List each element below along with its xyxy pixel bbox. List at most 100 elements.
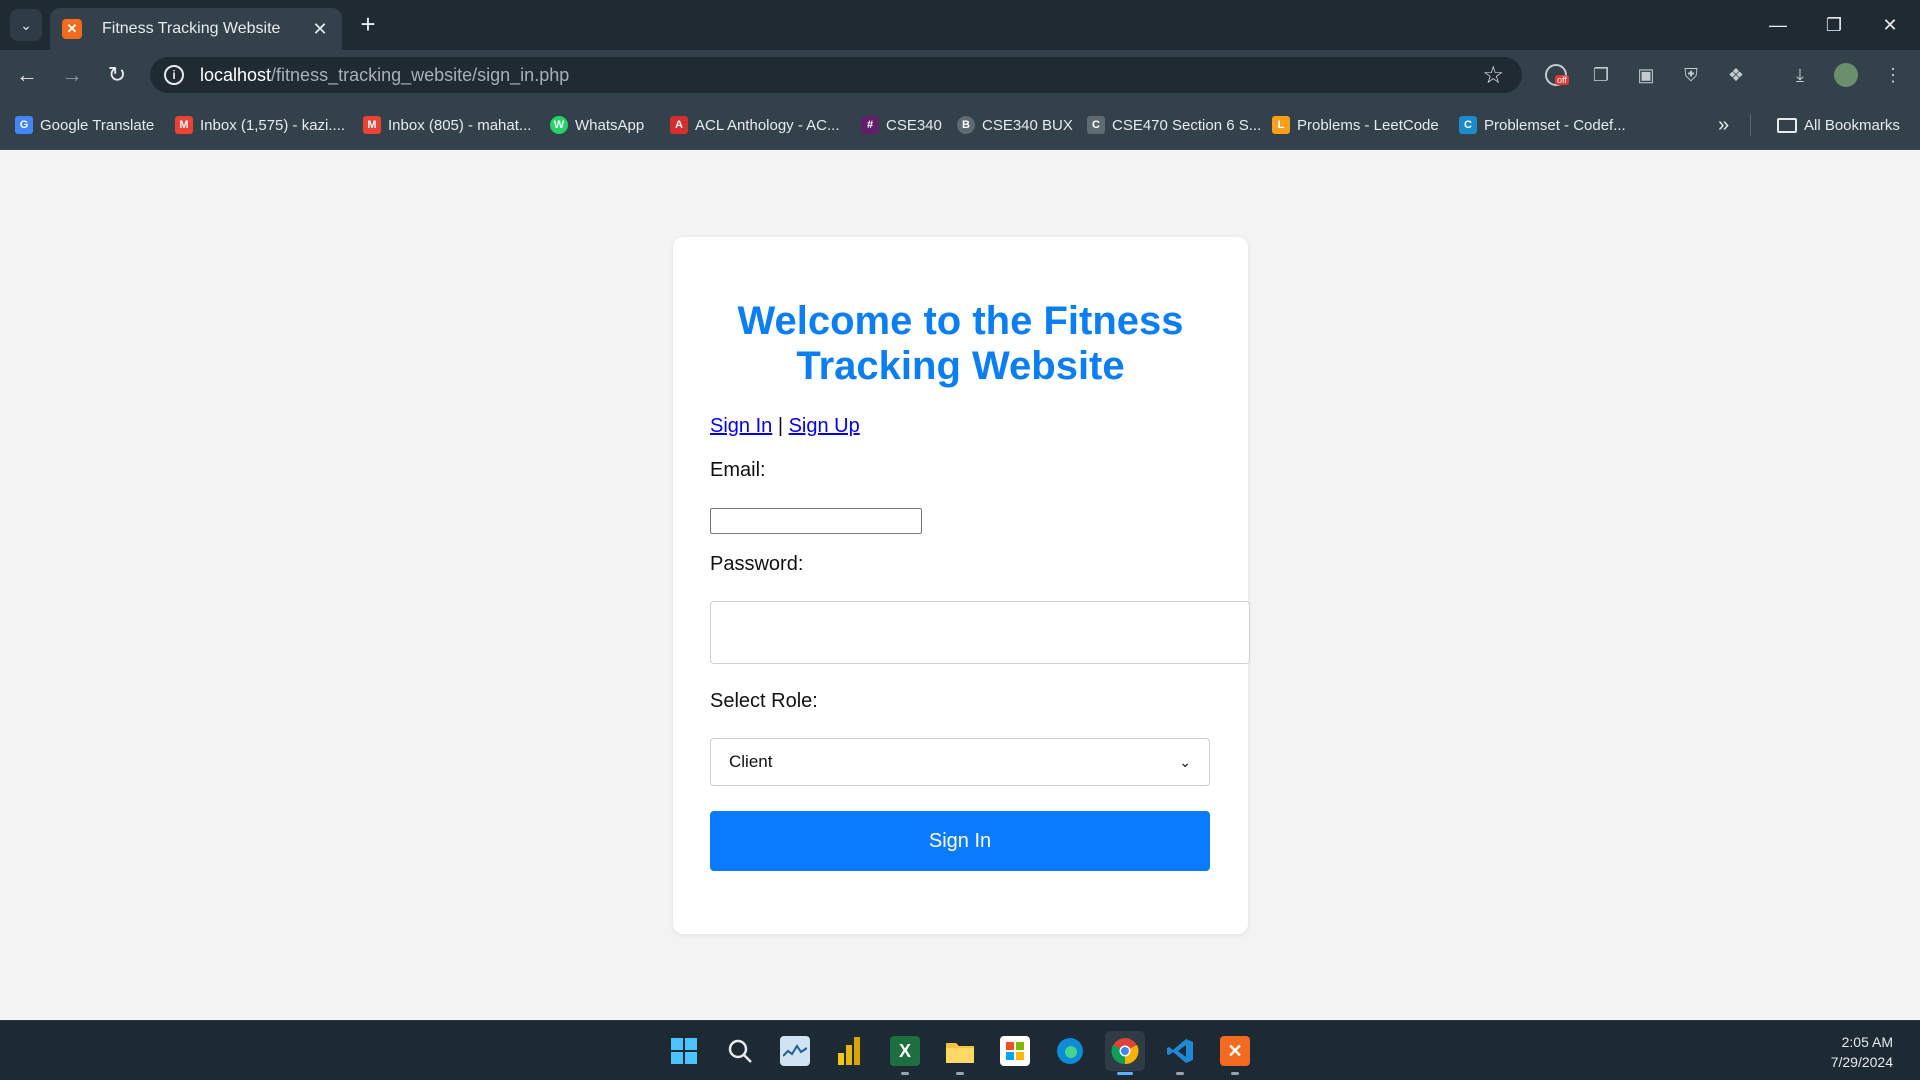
sign-in-card: Welcome to the Fitness Tracking Website … xyxy=(673,237,1250,934)
bookmark-label: WhatsApp xyxy=(575,116,645,134)
all-bookmarks-button[interactable]: All Bookmarks xyxy=(1777,114,1900,136)
all-bookmarks-label: All Bookmarks xyxy=(1804,116,1900,134)
file-explorer-icon xyxy=(945,1036,975,1066)
url-path: /fitness_tracking_website/sign_in.php xyxy=(271,64,570,85)
edge-icon xyxy=(1055,1036,1085,1066)
bookmark-label: CSE340 xyxy=(886,116,942,134)
microsoft-store-icon xyxy=(1000,1036,1030,1066)
taskbar-xampp[interactable]: ✕ xyxy=(1215,1031,1255,1075)
extension-copy-icon[interactable]: ❐ xyxy=(1588,62,1614,88)
close-window-button[interactable]: ✕ xyxy=(1862,0,1918,50)
clock-date: 7/29/2024 xyxy=(1830,1054,1893,1070)
bookmark-star-icon[interactable]: ☆ xyxy=(1482,61,1504,90)
sign-in-link[interactable]: Sign In xyxy=(710,415,772,437)
minimize-button[interactable]: — xyxy=(1750,0,1806,50)
site-info-icon[interactable]: i xyxy=(164,65,184,85)
browser-toolbar: ← → ↻ i localhost/fitness_tracking_websi… xyxy=(0,50,1920,100)
bookmark-google-translate[interactable]: G Google Translate xyxy=(15,114,154,136)
acl-icon: A xyxy=(670,116,688,134)
taskbar-task-manager[interactable] xyxy=(775,1031,815,1071)
bookmark-acl-anthology[interactable]: A ACL Anthology - AC... xyxy=(670,114,840,136)
page-title: Welcome to the Fitness Tracking Website xyxy=(737,299,1184,388)
bookmark-label: Problemset - Codef... xyxy=(1484,116,1626,134)
role-selected-value: Client xyxy=(729,752,773,771)
bookmark-label: CSE340 BUX xyxy=(982,116,1073,134)
browser-tab[interactable]: ✕ Fitness Tracking Website ✕ xyxy=(50,8,342,50)
menu-kebab-icon[interactable]: ⋮ xyxy=(1880,62,1906,88)
bookmark-label: ACL Anthology - AC... xyxy=(695,116,840,134)
bookmarks-divider xyxy=(1750,114,1751,136)
codeforces-icon: C xyxy=(1459,116,1477,134)
xampp-icon: ✕ xyxy=(62,19,82,39)
address-bar[interactable]: i localhost/fitness_tracking_website/sig… xyxy=(150,57,1522,93)
profile-avatar[interactable] xyxy=(1833,62,1859,88)
extension-camera-icon[interactable]: ▣ xyxy=(1633,62,1659,88)
downloads-icon[interactable]: ⤓ xyxy=(1787,62,1813,88)
running-indicator xyxy=(1176,1072,1184,1075)
bookmark-cse470[interactable]: C CSE470 Section 6 S... xyxy=(1087,114,1261,136)
taskbar-excel[interactable]: X xyxy=(885,1031,925,1075)
taskbar-chrome[interactable] xyxy=(1105,1031,1145,1075)
bookmarks-bar: G Google Translate M Inbox (1,575) - kaz… xyxy=(0,100,1920,150)
tab-search-button[interactable]: ⌄ xyxy=(10,9,42,41)
system-clock[interactable]: 2:05 AM 7/29/2024 xyxy=(1831,1032,1893,1072)
whatsapp-icon: W xyxy=(550,116,568,134)
search-icon xyxy=(725,1036,755,1066)
tab-title: Fitness Tracking Website xyxy=(102,20,281,37)
bookmark-whatsapp[interactable]: W WhatsApp xyxy=(550,114,644,136)
bookmark-label: Inbox (1,575) - kazi.... xyxy=(200,116,346,134)
leetcode-icon: L xyxy=(1272,116,1290,134)
taskbar-microsoft-store[interactable] xyxy=(995,1031,1035,1071)
chrome-icon xyxy=(1110,1036,1140,1066)
bookmark-leetcode[interactable]: L Problems - LeetCode xyxy=(1272,114,1439,136)
taskbar-file-explorer[interactable] xyxy=(940,1031,980,1075)
bookmark-cse340[interactable]: # CSE340 xyxy=(861,114,942,136)
password-field[interactable] xyxy=(710,601,1250,664)
close-tab-icon[interactable]: ✕ xyxy=(310,19,330,39)
reload-button[interactable]: ↻ xyxy=(101,59,133,91)
forward-button[interactable]: → xyxy=(56,59,88,91)
extension-shield-icon[interactable]: ⛨ xyxy=(1678,62,1704,88)
bookmark-cse340-bux[interactable]: B CSE340 BUX xyxy=(957,114,1073,136)
excel-icon: X xyxy=(890,1036,920,1066)
restore-button[interactable]: ❐ xyxy=(1806,0,1862,50)
taskbar-power-bi[interactable] xyxy=(830,1031,870,1071)
folder-icon xyxy=(1777,117,1797,133)
taskbar-edge[interactable] xyxy=(1050,1031,1090,1071)
contact-card-icon: C xyxy=(1087,116,1105,134)
running-indicator xyxy=(1231,1072,1239,1075)
clock-time: 2:05 AM xyxy=(1841,1034,1893,1050)
bookmarks-overflow-button[interactable]: » xyxy=(1718,114,1729,136)
taskbar-search-button[interactable] xyxy=(720,1031,760,1071)
bookmark-label: Problems - LeetCode xyxy=(1297,116,1439,134)
role-label: Select Role: xyxy=(710,690,818,712)
power-bi-icon xyxy=(835,1036,865,1066)
slack-icon: # xyxy=(861,116,879,134)
xampp-icon: ✕ xyxy=(1220,1036,1250,1066)
bookmark-inbox-mahat[interactable]: M Inbox (805) - mahat... xyxy=(363,114,531,136)
link-separator: | xyxy=(772,415,789,437)
sign-up-link[interactable]: Sign Up xyxy=(789,415,860,437)
gmail-icon: M xyxy=(175,116,193,134)
bookmark-label: Inbox (805) - mahat... xyxy=(388,116,532,134)
task-manager-icon xyxy=(780,1036,810,1066)
running-indicator xyxy=(1117,1072,1133,1075)
back-button[interactable]: ← xyxy=(11,59,43,91)
taskbar: X ✕ 2:05 AM 7/29/2024 xyxy=(0,1020,1920,1080)
running-indicator xyxy=(901,1072,909,1075)
gmail-icon: M xyxy=(363,116,381,134)
email-field[interactable] xyxy=(710,508,922,534)
taskbar-vscode[interactable] xyxy=(1160,1031,1200,1075)
tab-strip: ⌄ ✕ Fitness Tracking Website ✕ + — ❐ ✕ xyxy=(0,0,1920,50)
url-host: localhost xyxy=(200,64,272,85)
vscode-icon xyxy=(1165,1036,1195,1066)
role-select[interactable]: Client ⌄ xyxy=(710,738,1210,786)
new-tab-button[interactable]: + xyxy=(355,11,381,38)
bookmark-inbox-kazi[interactable]: M Inbox (1,575) - kazi.... xyxy=(175,114,345,136)
extensions-puzzle-icon[interactable]: ❖ xyxy=(1723,62,1749,88)
start-button[interactable] xyxy=(664,1031,704,1071)
extension-off-icon[interactable]: off xyxy=(1543,62,1569,88)
bookmark-label: Google Translate xyxy=(40,116,155,134)
bookmark-codeforces[interactable]: C Problemset - Codef... xyxy=(1459,114,1626,136)
sign-in-button[interactable]: Sign In xyxy=(710,811,1210,871)
